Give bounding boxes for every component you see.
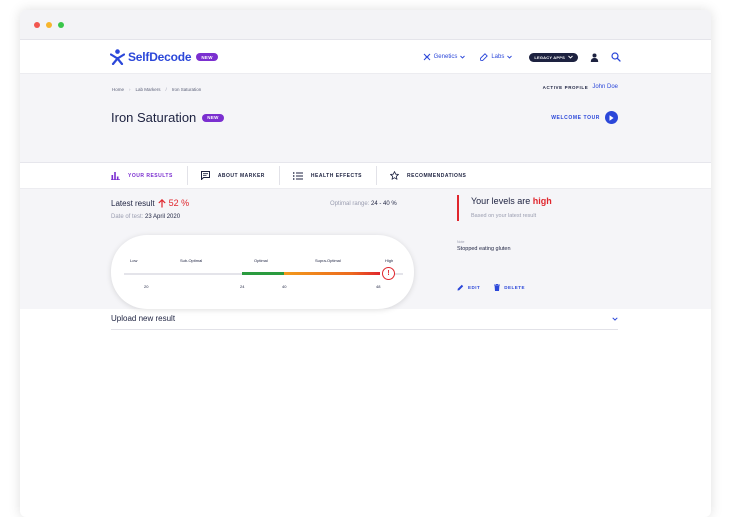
- tab-recommendations[interactable]: RECOMMENDATIONS: [376, 163, 480, 188]
- new-badge: NEW: [196, 53, 218, 61]
- tab-label: ABOUT MARKER: [217, 172, 265, 179]
- tab-your-results[interactable]: YOUR RESULTS: [111, 163, 187, 188]
- welcome-tour-button[interactable]: WELCOME TOUR: [551, 111, 618, 124]
- tab-about-marker[interactable]: ABOUT MARKER: [186, 163, 279, 188]
- optimal-range-value: 24 - 40 %: [371, 201, 397, 207]
- test-tube-icon: [480, 53, 489, 61]
- result-actions: EDIT DELETE: [457, 284, 539, 291]
- upload-new-result[interactable]: Upload new result: [111, 308, 618, 330]
- optimal-range: Optimal range: 24 - 40 %: [330, 201, 397, 207]
- genetics-label: Genetics: [433, 54, 458, 60]
- chevron-down-icon: [612, 316, 618, 321]
- latest-result-value: 52 %: [157, 198, 190, 208]
- status-indicator-bar: [457, 195, 459, 221]
- gauge-tick: 40: [282, 284, 287, 289]
- levels-status-value: high: [532, 196, 552, 206]
- user-icon: [590, 53, 599, 62]
- maximize-window-dot[interactable]: [58, 22, 64, 28]
- browser-window: SelfDecode NEW Genetics Labs LEGACY APPS…: [20, 10, 711, 517]
- chevron-down-icon: [460, 55, 466, 59]
- chevron-down-icon: [568, 55, 573, 59]
- result-value-text: 52 %: [168, 198, 190, 208]
- active-profile: ACTIVE PROFILE John Doe: [543, 84, 618, 90]
- page-title-text: Iron Saturation: [111, 110, 197, 125]
- latest-result: Latest result 52 %: [111, 198, 189, 208]
- page-title: Iron Saturation NEW: [111, 110, 224, 125]
- minimize-window-dot[interactable]: [46, 22, 52, 28]
- star-icon: [390, 171, 399, 180]
- brand-logo[interactable]: SelfDecode NEW: [110, 49, 218, 65]
- gauge-track-low: [124, 273, 242, 275]
- search-icon: [611, 52, 621, 62]
- result-gauge: Low Sub-Optimal Optimal Supra-Optimal Hi…: [111, 235, 414, 309]
- title-new-badge: NEW: [202, 113, 224, 122]
- breadcrumb-current: Iron Saturation: [171, 87, 202, 92]
- breadcrumb-separator: /: [165, 87, 167, 92]
- tab-label: HEALTH EFFECTS: [310, 172, 362, 179]
- pencil-icon: [457, 284, 464, 291]
- edit-button[interactable]: EDIT: [457, 284, 480, 291]
- search-button[interactable]: [611, 52, 621, 62]
- active-profile-name[interactable]: John Doe: [592, 84, 618, 90]
- note-label: Note: [457, 240, 465, 244]
- marker-tabs: YOUR RESULTS ABOUT MARKER HEALTH EFFECTS…: [20, 163, 711, 189]
- gauge-label-supra-optimal: Supra-Optimal: [315, 258, 341, 263]
- brand-name: SelfDecode: [128, 50, 192, 64]
- test-date: Date of test: 23 April 2020: [111, 214, 180, 220]
- results-panel: Latest result 52 % Date of test: 23 Apri…: [20, 189, 711, 309]
- upload-label: Upload new result: [111, 314, 176, 323]
- trash-icon: [494, 284, 501, 291]
- gauge-label-optimal: Optimal: [254, 258, 268, 263]
- labs-menu[interactable]: Labs: [480, 53, 515, 61]
- levels-based-on: Based on your latest result: [471, 213, 537, 219]
- breadcrumb-home[interactable]: Home: [112, 87, 124, 92]
- alert-icon: !: [382, 267, 395, 280]
- tab-label: YOUR RESULTS: [128, 172, 173, 179]
- tab-health-effects[interactable]: HEALTH EFFECTS: [278, 163, 376, 188]
- breadcrumb-separator: ›: [129, 87, 131, 92]
- levels-prefix: Your levels are: [471, 196, 531, 206]
- top-navbar: SelfDecode NEW Genetics Labs LEGACY APPS: [20, 40, 711, 74]
- gauge-segment-optimal: [242, 272, 284, 275]
- gauge-tick: 48: [376, 284, 381, 289]
- legacy-apps-label: LEGACY APPS: [534, 54, 565, 60]
- arrow-up-icon: [157, 198, 166, 207]
- chevron-down-icon: [507, 55, 513, 59]
- nav-right: Genetics Labs LEGACY APPS: [411, 49, 621, 65]
- active-profile-label: ACTIVE PROFILE: [542, 84, 589, 90]
- gauge-label-high: High: [385, 258, 394, 263]
- gauge-tick: 24: [240, 284, 245, 289]
- labs-label: Labs: [491, 54, 505, 60]
- list-icon: [292, 171, 303, 180]
- play-icon: [605, 111, 618, 124]
- gauge-label-sub-optimal: Sub-Optimal: [180, 258, 203, 263]
- bar-chart-icon: [111, 172, 120, 180]
- selfdecode-logo-icon: [110, 49, 125, 65]
- close-window-dot[interactable]: [34, 22, 40, 28]
- gauge-segment-supra-optimal: [284, 272, 380, 275]
- dna-icon: [423, 53, 430, 61]
- page-header: Home › Lab Markers / Iron Saturation ACT…: [20, 74, 711, 163]
- edit-label: EDIT: [468, 285, 481, 290]
- delete-label: DELETE: [504, 285, 526, 290]
- user-account-button[interactable]: [590, 53, 599, 62]
- breadcrumb: Home › Lab Markers / Iron Saturation: [112, 87, 201, 92]
- legacy-apps-button[interactable]: LEGACY APPS: [529, 52, 578, 62]
- window-chrome: [20, 10, 711, 40]
- chat-bubble-icon: [200, 171, 210, 180]
- genetics-menu[interactable]: Genetics: [423, 53, 469, 61]
- delete-button[interactable]: DELETE: [494, 284, 525, 291]
- optimal-range-label: Optimal range:: [330, 201, 370, 207]
- test-date-label: Date of test:: [111, 214, 144, 220]
- tab-label: RECOMMENDATIONS: [407, 172, 467, 179]
- levels-status: Your levels are high: [471, 196, 552, 206]
- breadcrumb-lab-markers[interactable]: Lab Markers: [136, 87, 161, 92]
- welcome-tour-label: WELCOME TOUR: [551, 114, 600, 121]
- gauge-label-low: Low: [130, 258, 138, 263]
- test-date-value: 23 April 2020: [145, 214, 181, 220]
- gauge-tick: 20: [144, 284, 149, 289]
- latest-result-label: Latest result: [111, 198, 155, 208]
- note-text: Stopped eating gluten: [457, 246, 511, 252]
